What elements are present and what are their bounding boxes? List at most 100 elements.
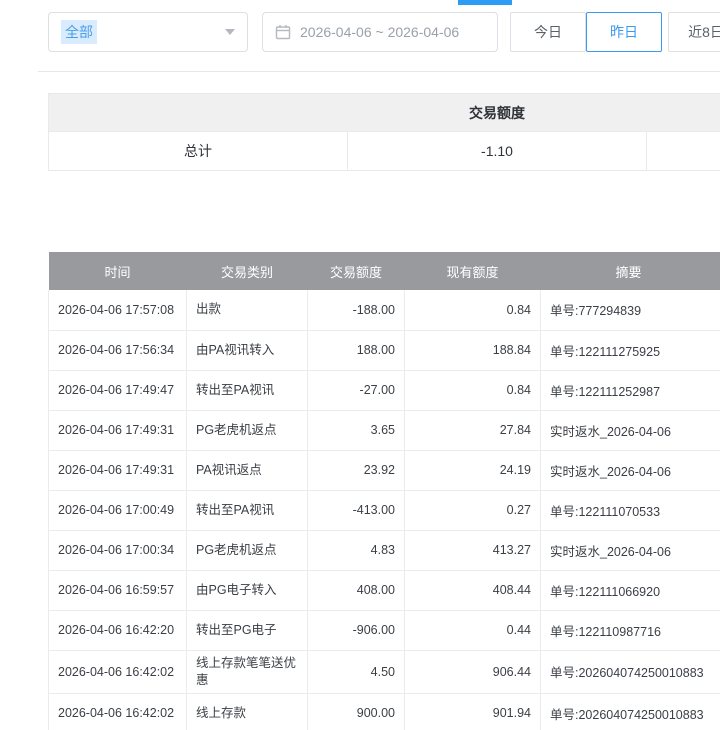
cell-summary: 实时返水_2026-04-06 (541, 410, 717, 450)
cell-summary: 单号:122111275925 (541, 330, 717, 370)
cell-balance: 0.44 (405, 610, 541, 650)
cell-balance: 27.84 (405, 410, 541, 450)
cell-summary: 单号:122111252987 (541, 370, 717, 410)
cell-filler (717, 693, 720, 730)
cell-balance: 0.27 (405, 490, 541, 530)
cell-time: 2026-04-06 16:42:20 (49, 610, 187, 650)
cell-summary: 单号:122111066920 (541, 570, 717, 610)
last-8-days-button[interactable]: 近8日 (668, 12, 720, 52)
table-row: 2026-04-06 17:56:34 由PA视讯转入 188.00 188.8… (49, 330, 720, 370)
cell-amount: 188.00 (308, 330, 405, 370)
category-select-value: 全部 (61, 20, 97, 44)
today-button[interactable]: 今日 (510, 12, 586, 52)
col-header-filler (717, 252, 720, 290)
table-row: 2026-04-06 16:59:57 由PG电子转入 408.00 408.4… (49, 570, 720, 610)
cell-type: PA视讯返点 (187, 450, 308, 490)
cell-time: 2026-04-06 17:00:34 (49, 530, 187, 570)
cell-type: 出款 (187, 290, 308, 330)
cell-balance: 906.44 (405, 650, 541, 693)
table-row: 2026-04-06 17:49:31 PG老虎机返点 3.65 27.84 实… (49, 410, 720, 450)
cell-balance: 188.84 (405, 330, 541, 370)
cell-filler (717, 290, 720, 330)
cell-amount: 900.00 (308, 693, 405, 730)
cell-filler (717, 410, 720, 450)
cell-amount: 23.92 (308, 450, 405, 490)
chevron-down-icon (225, 29, 235, 35)
top-blue-indicator (458, 0, 512, 5)
cell-type: 由PG电子转入 (187, 570, 308, 610)
cell-filler (717, 570, 720, 610)
cell-time: 2026-04-06 17:49:47 (49, 370, 187, 410)
transactions-body: 2026-04-06 17:57:08 出款 -188.00 0.84 单号:7… (49, 290, 720, 730)
cell-amount: 4.50 (308, 650, 405, 693)
transaction-report-page: 全部 2026-04-06 ~ 2026-04-06 今日 昨日 近8日 交易额… (0, 0, 720, 730)
cell-summary: 实时返水_2026-04-06 (541, 530, 717, 570)
col-header-amount: 交易额度 (308, 252, 405, 290)
cell-summary: 单号:202604074250010883 (541, 650, 717, 693)
summary-total-row: 总计 -1.10 (49, 132, 720, 171)
transactions-table: 时间 交易类别 交易额度 现有额度 摘要 2026-04-06 17:57:08… (48, 252, 720, 730)
divider (38, 71, 720, 72)
table-row: 2026-04-06 17:00:34 PG老虎机返点 4.83 413.27 … (49, 530, 720, 570)
cell-time: 2026-04-06 16:42:02 (49, 693, 187, 730)
cell-time: 2026-04-06 17:57:08 (49, 290, 187, 330)
cell-type: 线上存款 (187, 693, 308, 730)
cell-balance: 0.84 (405, 290, 541, 330)
cell-type: 转出至PG电子 (187, 610, 308, 650)
date-range-value: 2026-04-06 ~ 2026-04-06 (300, 24, 459, 40)
cell-balance: 0.84 (405, 370, 541, 410)
cell-filler (717, 450, 720, 490)
table-row: 2026-04-06 16:42:20 转出至PG电子 -906.00 0.44… (49, 610, 720, 650)
cell-balance: 408.44 (405, 570, 541, 610)
table-row: 2026-04-06 17:57:08 出款 -188.00 0.84 单号:7… (49, 290, 720, 330)
cell-time: 2026-04-06 16:42:02 (49, 650, 187, 693)
calendar-icon (275, 24, 291, 40)
cell-summary: 实时返水_2026-04-06 (541, 450, 717, 490)
cell-filler (717, 530, 720, 570)
summary-total-label: 总计 (49, 132, 348, 171)
cell-filler (717, 370, 720, 410)
cell-time: 2026-04-06 17:56:34 (49, 330, 187, 370)
summary-header-row: 交易额度 (49, 94, 720, 132)
yesterday-button[interactable]: 昨日 (586, 12, 662, 52)
col-header-summary: 摘要 (541, 252, 717, 290)
cell-filler (717, 650, 720, 693)
cell-type: 转出至PA视讯 (187, 490, 308, 530)
cell-balance: 901.94 (405, 693, 541, 730)
cell-amount: 408.00 (308, 570, 405, 610)
cell-time: 2026-04-06 17:49:31 (49, 410, 187, 450)
cell-amount: -27.00 (308, 370, 405, 410)
table-row: 2026-04-06 16:42:02 线上存款笔笔送优惠 4.50 906.4… (49, 650, 720, 693)
summary-total-value: -1.10 (348, 132, 647, 171)
cell-balance: 413.27 (405, 530, 541, 570)
cell-summary: 单号:122111070533 (541, 490, 717, 530)
cell-balance: 24.19 (405, 450, 541, 490)
cell-amount: -413.00 (308, 490, 405, 530)
category-select[interactable]: 全部 (48, 12, 248, 52)
cell-amount: -906.00 (308, 610, 405, 650)
cell-summary: 单号:122110987716 (541, 610, 717, 650)
table-row: 2026-04-06 17:49:47 转出至PA视讯 -27.00 0.84 … (49, 370, 720, 410)
cell-amount: 4.83 (308, 530, 405, 570)
table-row: 2026-04-06 16:42:02 线上存款 900.00 901.94 单… (49, 693, 720, 730)
cell-time: 2026-04-06 16:59:57 (49, 570, 187, 610)
cell-type: 转出至PA视讯 (187, 370, 308, 410)
summary-empty-cell (647, 132, 720, 171)
cell-type: 线上存款笔笔送优惠 (187, 650, 308, 693)
cell-filler (717, 490, 720, 530)
cell-type: PG老虎机返点 (187, 530, 308, 570)
col-header-time: 时间 (49, 252, 187, 290)
col-header-type: 交易类别 (187, 252, 308, 290)
cell-filler (717, 610, 720, 650)
cell-summary: 单号:777294839 (541, 290, 717, 330)
date-range-input[interactable]: 2026-04-06 ~ 2026-04-06 (262, 12, 498, 52)
col-header-balance: 现有额度 (405, 252, 541, 290)
cell-time: 2026-04-06 17:00:49 (49, 490, 187, 530)
cell-type: PG老虎机返点 (187, 410, 308, 450)
cell-filler (717, 330, 720, 370)
cell-summary: 单号:202604074250010883 (541, 693, 717, 730)
table-row: 2026-04-06 17:49:31 PA视讯返点 23.92 24.19 实… (49, 450, 720, 490)
table-row: 2026-04-06 17:00:49 转出至PA视讯 -413.00 0.27… (49, 490, 720, 530)
transactions-header-row: 时间 交易类别 交易额度 现有额度 摘要 (49, 252, 720, 290)
cell-type: 由PA视讯转入 (187, 330, 308, 370)
